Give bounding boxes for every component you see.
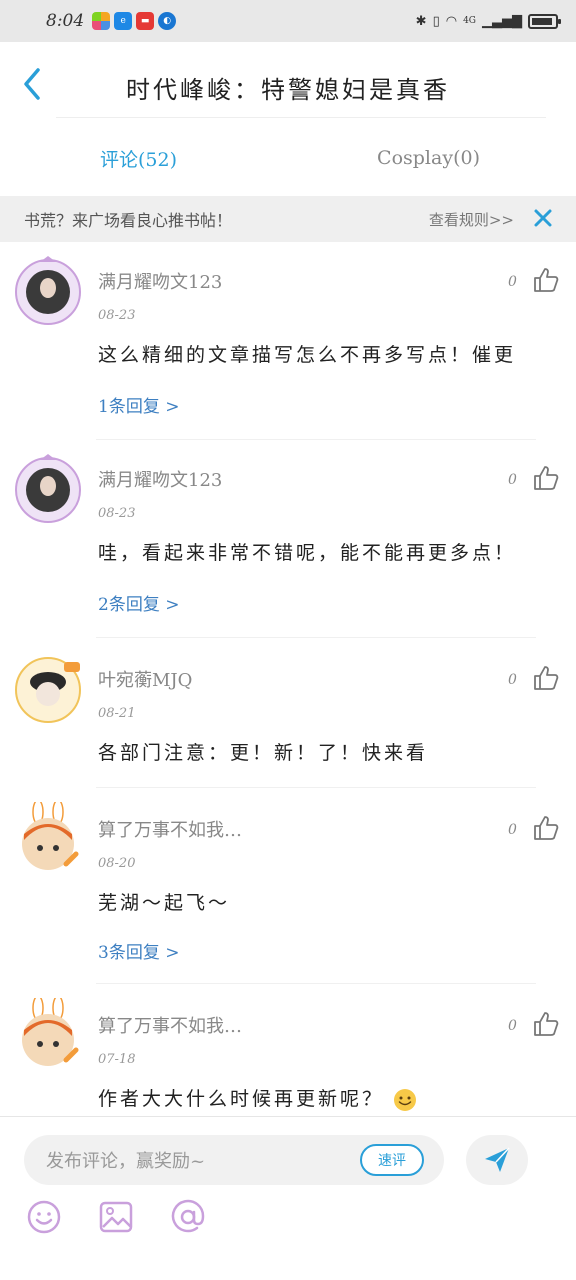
close-icon[interactable] [532,207,554,229]
network-type-label: 4G [463,16,476,26]
user-avatar[interactable] [12,802,84,874]
user-avatar[interactable] [12,254,84,326]
comment-text: 各部门注意：更！新！了！快来看 [98,742,429,764]
comment-date: 08-23 [98,308,136,323]
like-count: 0 [508,472,517,488]
tab-bar: 评论(52) Cosplay(0) [0,120,576,196]
quick-comment-button[interactable]: 速评 [360,1144,424,1176]
signal-icon: ▁▃▅▇ [482,13,522,29]
comment-date: 07-18 [98,1052,136,1067]
vibrate-icon: ▯ [432,13,440,29]
app-notification-icon: e [114,12,133,30]
app-notification-icon [92,12,111,30]
comment-username[interactable]: 算了万事不如我… [98,1012,242,1038]
like-count: 0 [508,274,517,290]
view-rules-link[interactable]: 查看规则>> [429,209,514,230]
app-notification-icon: ◐ [158,12,177,30]
wifi-icon: ◠ [445,13,458,29]
status-time: 8:04 [46,11,85,31]
promo-banner[interactable]: 书荒？来广场看良心推书帖！ 查看规则>> [0,196,576,242]
smile-emoji-icon [393,1088,417,1112]
comment-item: 满月耀吻文123 08-23 0 这么精细的文章描写怎么不再多写点！催更 1条回… [0,242,576,440]
user-avatar[interactable] [12,998,84,1070]
comment-input-placeholder: 发布评论，赢奖励~ [46,1151,206,1172]
app-notification-icon: ▬ [136,12,155,30]
tab-comments[interactable]: 评论(52) [0,120,290,196]
thumbs-up-icon[interactable] [532,814,560,842]
comment-item: 算了万事不如我… 08-20 0 芜湖～起飞～ 3条回复 > [0,788,576,984]
like-count: 0 [508,822,517,838]
comment-username[interactable]: 满月耀吻文123 [98,268,222,294]
thumbs-up-icon[interactable] [532,664,560,692]
comment-date: 08-21 [98,706,136,721]
status-bar: 8:04 e ▬ ◐ ✱ ▯ ◠ 4G ▁▃▅▇ [0,0,576,42]
header-divider [56,117,546,118]
header: 时代峰峻：特警媳妇是真香 [0,42,576,120]
comment-text: 芜湖～起飞～ [98,892,231,914]
comment-compose-bar: 发布评论，赢奖励~ 速评 [0,1116,576,1280]
view-replies-link[interactable]: 3条回复 > [98,938,179,963]
notification-icons: e ▬ ◐ [92,12,177,30]
comment-item: 算了万事不如我… 07-18 0 作者大大什么时候再更新呢？ [0,984,576,1116]
comment-date: 08-23 [98,506,136,521]
image-icon[interactable] [98,1199,134,1235]
comment-username[interactable]: 叶宛蘅MJQ [98,666,192,692]
user-avatar[interactable] [12,652,84,724]
thumbs-up-icon[interactable] [532,464,560,492]
compose-tools [26,1199,206,1235]
view-replies-link[interactable]: 1条回复 > [98,392,179,417]
status-indicators: ✱ ▯ ◠ 4G ▁▃▅▇ [415,13,561,29]
comment-username[interactable]: 满月耀吻文123 [98,466,222,492]
user-avatar[interactable] [12,452,84,524]
mention-icon[interactable] [170,1199,206,1235]
comment-text: 作者大大什么时候再更新呢？ [98,1084,546,1112]
back-icon[interactable] [18,64,48,104]
like-count: 0 [508,1018,517,1034]
tab-cosplay[interactable]: Cosplay(0) [290,120,576,196]
comment-text-content: 作者大大什么时候再更新呢？ [98,1088,385,1110]
comment-text: 这么精细的文章描写怎么不再多写点！催更 [98,344,517,366]
comment-date: 08-20 [98,856,136,871]
comment-text: 哇，看起来非常不错呢，能不能再更多点！ [98,542,517,564]
battery-icon [528,13,561,29]
comment-item: 叶宛蘅MJQ 08-21 0 各部门注意：更！新！了！快来看 [0,638,576,788]
banner-text: 书荒？来广场看良心推书帖！ [24,211,233,230]
view-replies-link[interactable]: 2条回复 > [98,590,179,615]
comment-input[interactable]: 发布评论，赢奖励~ 速评 [24,1135,444,1185]
thumbs-up-icon[interactable] [532,266,560,294]
comment-item: 满月耀吻文123 08-23 0 哇，看起来非常不错呢，能不能再更多点！ 2条回… [0,440,576,638]
like-count: 0 [508,672,517,688]
emoji-icon[interactable] [26,1199,62,1235]
page-title: 时代峰峻：特警媳妇是真香 [126,76,450,104]
bluetooth-icon: ✱ [415,13,427,29]
send-icon [485,1147,510,1172]
thumbs-up-icon[interactable] [532,1010,560,1038]
send-button[interactable] [466,1135,528,1185]
comment-username[interactable]: 算了万事不如我… [98,816,242,842]
